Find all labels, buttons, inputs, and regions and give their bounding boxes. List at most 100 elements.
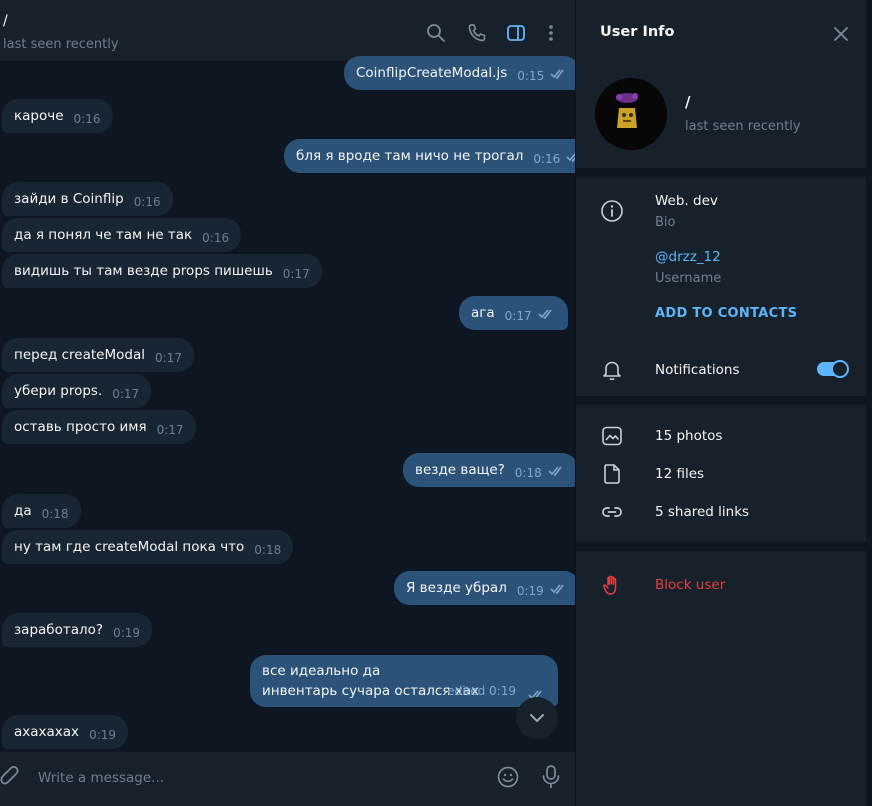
message-list[interactable]: CoinflipCreateModal.js 0:15 кароче 0:16 бл… [0,56,575,752]
message-outgoing[interactable]: CoinflipCreateModal.js 0:15 [344,56,575,90]
message-outgoing[interactable]: бля я вроде там ничо не трогал 0:16 [284,139,575,173]
shared-photos-item[interactable]: 15 photos [655,428,722,444]
chat-header[interactable]: / last seen recently [0,0,575,62]
profile-status: last seen recently [685,119,801,134]
message-incoming[interactable]: да я понял че там не так 0:16 [2,218,242,252]
message-time: 0:17 [156,423,184,437]
info-icon [600,199,624,223]
message-text: кароче [14,108,64,124]
block-user-button[interactable]: Block user [655,577,725,593]
message-text: везде ваще? [415,462,505,478]
more-vertical-icon[interactable] [540,22,562,44]
divider [576,168,867,177]
hand-stop-icon [600,573,624,597]
message-incoming[interactable]: заработало? 0:19 [2,613,153,647]
read-check-icon [548,455,566,489]
read-check-icon [566,141,575,175]
attach-icon[interactable] [0,766,22,790]
phone-icon[interactable] [466,22,488,44]
message-incoming[interactable]: оставь просто имя 0:17 [2,410,196,444]
message-incoming[interactable]: перед createModal 0:17 [2,338,194,372]
user-info-panel: User Info / last seen recently Web. dev … [575,0,867,806]
message-time: 0:17 [504,309,532,323]
message-incoming[interactable]: зайди в Coinflip 0:16 [2,182,173,216]
chat-title[interactable]: / [3,13,8,29]
emoji-icon[interactable] [496,765,520,789]
read-check-icon [550,573,568,607]
bio-text: Web. dev [655,193,718,209]
message-text: бля я вроде там ничо не трогал [296,148,524,164]
message-text: ахахахах [14,724,80,740]
message-time: 0:16 [202,231,230,245]
message-time: 0:16 [133,195,161,209]
divider [576,542,867,551]
message-time: 0:18 [514,466,542,480]
message-time: 0:18 [254,543,282,557]
message-text: зайди в Coinflip [14,191,124,207]
bio-label: Bio [655,215,676,230]
message-text: оставь просто имя [14,419,147,435]
message-time: 0:17 [155,351,182,365]
file-icon [600,462,624,486]
message-time: edited 0:19 [447,684,516,698]
shared-files-item[interactable]: 12 files [655,466,704,482]
chat-pane: / last seen recently CoinflipCreateModal… [0,0,575,806]
bell-icon [600,358,624,382]
message-text-line: все идеально да [262,663,381,679]
message-text: CoinflipCreateModal.js [356,65,508,81]
message-time: 0:16 [73,112,101,126]
message-time: 0:19 [89,728,117,742]
message-text: да [14,503,32,519]
message-text: убери props. [14,383,103,399]
message-outgoing[interactable]: Я везде убрал 0:19 [394,571,575,605]
profile-name: / [685,93,691,111]
message-outgoing[interactable]: везде ваще? 0:18 [403,453,575,487]
message-incoming[interactable]: убери props. 0:17 [2,374,152,408]
toggle-knob [831,360,849,378]
link-icon [600,500,624,524]
message-time: 0:16 [533,152,561,166]
close-icon[interactable] [832,25,850,43]
message-text: да я понял че там не так [14,227,193,243]
message-incoming[interactable]: ну там где createModal пока что 0:18 [2,530,294,564]
message-incoming[interactable]: кароче 0:16 [2,99,113,133]
notifications-toggle[interactable] [817,360,849,378]
composer [0,752,575,806]
shared-links-item[interactable]: 5 shared links [655,504,749,520]
message-incoming[interactable]: да 0:18 [2,494,81,528]
message-time: 0:17 [282,267,310,281]
message-text: ага [471,305,495,321]
message-text: ну там где createModal пока что [14,539,245,555]
message-text: перед createModal [14,347,145,363]
read-check-icon [538,298,556,332]
message-text: Я везде убрал [406,580,507,596]
username-label: Username [655,271,722,286]
chat-status: last seen recently [3,37,119,52]
scroll-to-bottom-button[interactable] [516,697,558,739]
read-check-icon [550,58,568,92]
add-to-contacts-button[interactable]: ADD TO CONTACTS [655,306,797,321]
message-time: 0:19 [113,626,141,640]
chevron-down-icon [530,714,544,722]
message-time: 0:17 [112,387,140,401]
message-incoming[interactable]: ахахахах 0:19 [2,715,129,749]
search-icon[interactable] [425,22,447,44]
message-input[interactable] [38,766,478,790]
microphone-icon[interactable] [540,764,562,790]
message-time: 0:19 [516,584,544,598]
photo-icon [600,424,624,448]
notifications-label: Notifications [655,362,740,378]
message-time: 0:15 [517,69,545,83]
username-link[interactable]: @drzz_12 [655,249,721,265]
sidebar-toggle-icon[interactable] [505,22,527,44]
message-outgoing[interactable]: все идеально да инвентарь сучара остался… [250,655,558,707]
panel-title: User Info [600,24,675,40]
window-edge [866,0,872,806]
message-time: 0:18 [41,507,69,521]
avatar[interactable] [595,78,667,150]
message-text: заработало? [14,622,104,638]
message-incoming[interactable]: видишь ты там везде props пишешь 0:17 [2,254,322,288]
message-outgoing[interactable]: ага 0:17 [459,296,568,330]
divider [576,396,867,405]
message-text: видишь ты там везде props пишешь [14,263,273,279]
